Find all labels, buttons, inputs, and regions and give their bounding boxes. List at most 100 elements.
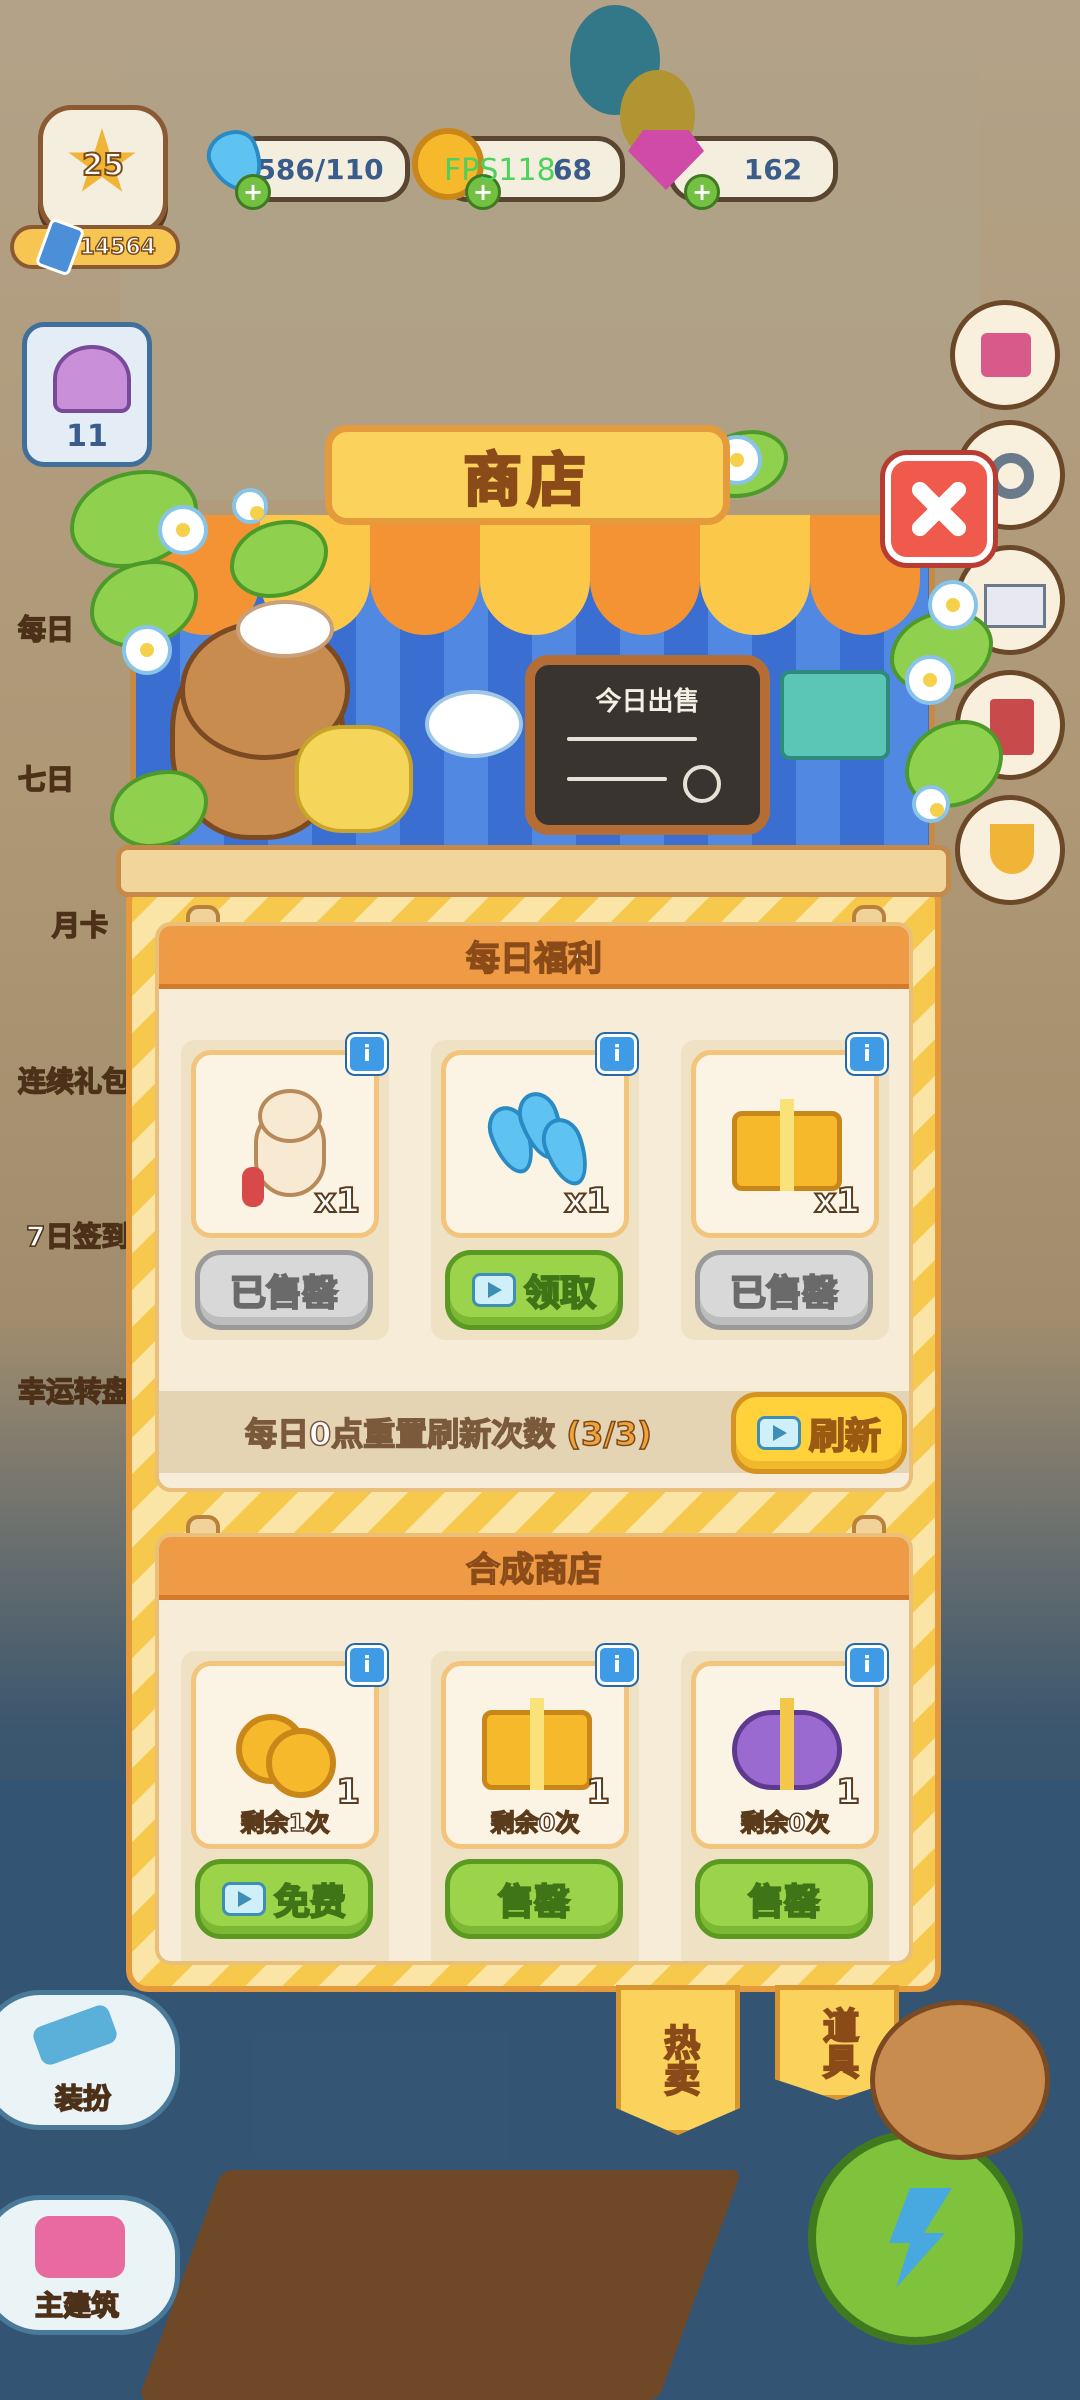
daily-item-card: x1 i 已售罄 [681,1034,889,1340]
merge-item-card: 1 剩余1次 i 免费 [181,1645,389,1961]
shell-icon [53,345,131,413]
daily-item-image[interactable]: x1 [441,1050,629,1238]
video-icon [756,1416,801,1450]
add-gem-button[interactable]: + [684,174,720,210]
main-building-label: 主建筑 [34,2288,120,2323]
daily-item-card: x1 i 领取 [431,1034,639,1340]
info-icon[interactable]: i [597,1645,637,1685]
item-quantity: x1 [563,1180,611,1222]
daily-item-image[interactable]: x1 [191,1050,379,1238]
merge-item-image[interactable]: 1 剩余1次 [191,1661,379,1849]
free-button[interactable]: 免费 [195,1859,373,1939]
merge-item-card: 1 剩余0次 i 售罄 [431,1645,639,1961]
shell-event-button[interactable]: 11 [22,322,152,467]
sold-out-button[interactable]: 售罄 [445,1859,623,1939]
main-building-button[interactable]: 主建筑 [0,2195,180,2335]
capybara-sunglasses [870,2000,1050,2160]
camera-icon [35,2216,125,2278]
daily-item-card: x1 i 已售罄 [181,1034,389,1340]
shell-count: 11 [66,419,108,454]
info-icon[interactable]: i [347,1034,387,1074]
gold-value: 68 [553,152,592,186]
tab-hot-sale[interactable]: 热卖 [616,1985,740,2135]
decorate-button[interactable]: 装扮 [0,1990,180,2130]
flower-vase-icon [425,690,523,758]
button-label: 刷新 [808,1415,882,1458]
flower-icon [122,625,172,675]
merge-item-image[interactable]: 1 剩余0次 [691,1661,879,1849]
button-label: 免费 [273,1881,347,1924]
trophy-icon [990,824,1034,874]
refresh-text: 每日0点重置刷新次数 [244,1414,556,1454]
remaining-count: 剩余0次 [740,1808,830,1838]
shop-title: 商店 [462,445,592,516]
sold-out-button[interactable]: 已售罄 [195,1250,373,1330]
info-icon[interactable]: i [347,1645,387,1685]
item-quantity: x1 [313,1180,361,1222]
info-icon[interactable]: i [847,1645,887,1685]
player-level: 25 [81,147,125,184]
refresh-count: (3/3) [566,1414,653,1454]
energy-value: 586/110 [256,152,384,186]
left-menu-seven-day-checkin[interactable]: 7日签到 [25,1215,130,1255]
merge-item-card: 1 剩余0次 i 售罄 [681,1645,889,1961]
today-sale-board: 今日出售 [525,655,770,835]
button-label: 售罄 [747,1881,821,1924]
tab-label: 热卖 [657,2023,700,2097]
player-level-badge[interactable]: 25 [38,105,168,235]
button-label: 售罄 [497,1881,571,1924]
board-title: 今日出售 [595,687,700,717]
merge-shop-section: 合成商店 1 剩余1次 i 免费 1 剩余0次 i 售罄 1 剩余0次 i 售罄 [155,1533,913,1965]
flower-icon [158,505,208,555]
paint-roller-icon [30,2002,120,2068]
sold-out-button[interactable]: 已售罄 [695,1250,873,1330]
info-icon[interactable]: i [847,1034,887,1074]
lightning-icon [889,2188,952,2288]
add-energy-button[interactable]: + [235,174,271,210]
left-menu-continuous-gift[interactable]: 连续礼包 [17,1060,131,1100]
tab-label: 道具 [816,2006,859,2080]
info-icon[interactable]: i [597,1034,637,1074]
flower-icon [232,488,268,524]
decorate-label: 装扮 [54,2081,112,2116]
gear-icon [988,453,1034,499]
market-button[interactable] [950,300,1060,410]
sold-out-button[interactable]: 售罄 [695,1859,873,1939]
daily-welfare-header: 每日福利 [159,926,909,989]
coins-value: 14564 [79,234,157,261]
left-menu-monthly-card[interactable]: 月卡 [51,904,109,944]
button-label: 领取 [523,1272,597,1315]
daily-welfare-section: 每日福利 x1 i 已售罄 x1 i 领取 x1 i 已售罄 每日0点重置刷新次… [155,922,913,1492]
merge-action-button[interactable] [808,2130,1023,2345]
cash-register-icon [780,670,890,760]
refresh-info: 每日0点重置刷新次数 (3/3) [244,1409,653,1455]
button-label: 已售罄 [729,1272,839,1315]
left-menu-daily[interactable]: 每日 [17,608,75,648]
remaining-count: 剩余1次 [240,1808,330,1838]
video-icon [471,1273,516,1307]
shop-counter-shelf [116,845,951,897]
remaining-count: 剩余0次 [490,1808,580,1838]
store-icon [981,333,1031,377]
claim-button[interactable]: 领取 [445,1250,623,1330]
gem-value: 162 [743,152,803,186]
daily-item-image[interactable]: x1 [691,1050,879,1238]
flower-icon [912,785,950,823]
video-icon [221,1882,266,1916]
close-button[interactable] [885,455,993,563]
mail-icon [984,584,1046,628]
item-quantity: x1 [813,1180,861,1222]
merge-shop-header: 合成商店 [159,1537,909,1600]
capybara-hat [236,600,334,658]
button-label: 已售罄 [229,1272,339,1315]
flower-icon [928,580,978,630]
refresh-button[interactable]: 刷新 [731,1392,907,1474]
trophy-button[interactable] [955,795,1065,905]
cheese-icon [295,725,413,833]
flower-icon [905,655,955,705]
left-menu-lucky-wheel[interactable]: 幸运转盘 [17,1370,131,1410]
clock-icon [683,765,721,803]
merge-item-image[interactable]: 1 剩余0次 [441,1661,629,1849]
shop-title-banner: 商店 [325,425,730,525]
left-menu-seven-day[interactable]: 七日 [17,758,75,798]
